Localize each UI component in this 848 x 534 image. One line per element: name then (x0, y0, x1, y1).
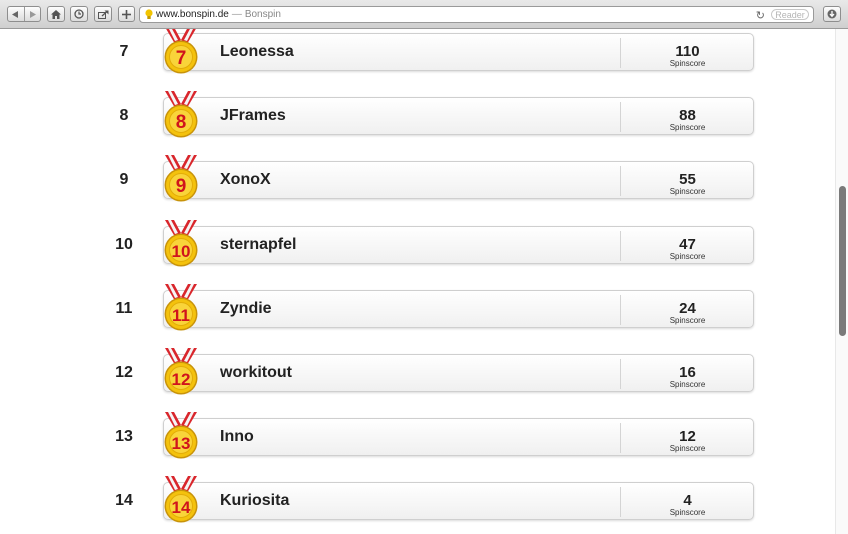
rank-number: 13 (115, 428, 133, 445)
history-button[interactable] (70, 6, 88, 22)
ranking-list: 7 Leonessa 110 Spinscore 7 8 JFrames 88 … (0, 29, 835, 534)
download-icon (827, 9, 837, 19)
username: XonoX (220, 171, 271, 188)
rank-number: 10 (115, 236, 133, 253)
page-site-title: Bonspin (244, 9, 281, 20)
medal-icon: 7 (164, 29, 198, 74)
ranking-row: 7 Leonessa 110 Spinscore 7 (0, 29, 835, 91)
medal-number: 9 (176, 176, 187, 197)
ranking-row: 14 Kuriosita 4 Spinscore 14 (0, 476, 835, 534)
user-card[interactable]: Leonessa 110 Spinscore (163, 33, 754, 71)
rank-number: 7 (119, 43, 129, 60)
medal-icon: 9 (164, 155, 198, 202)
spinscore-value: 110 (675, 43, 700, 60)
plus-icon (122, 9, 131, 19)
username: workitout (220, 364, 292, 381)
ranking-row: 11 Zyndie 24 Spinscore 11 (0, 284, 835, 348)
medal-number: 10 (172, 242, 191, 261)
ranking-row: 8 JFrames 88 Spinscore 8 (0, 91, 835, 155)
rank-number: 8 (119, 107, 129, 124)
scrollbar-thumb[interactable] (839, 186, 846, 336)
spinscore-label: Spinscore (669, 316, 706, 325)
spinscore-value: 24 (679, 300, 696, 317)
spinscore-label: Spinscore (669, 252, 706, 261)
username: Kuriosita (220, 492, 290, 509)
spinscore-label: Spinscore (669, 444, 706, 453)
user-card[interactable]: workitout 16 Spinscore (163, 354, 754, 392)
vertical-scrollbar[interactable] (835, 29, 848, 534)
user-card[interactable]: sternapfel 47 Spinscore (163, 226, 754, 264)
spinscore-value: 88 (679, 107, 696, 124)
medal-number: 11 (172, 306, 190, 325)
spinscore-value: 55 (679, 171, 696, 188)
reload-icon[interactable]: ↻ (756, 9, 765, 22)
address-bar[interactable]: www.bonspin.de — Bonspin ↻ Reader (139, 6, 814, 23)
username: sternapfel (220, 236, 297, 253)
spinscore-label: Spinscore (669, 59, 706, 68)
spinscore-label: Spinscore (669, 187, 706, 196)
medal-icon: 8 (164, 91, 198, 138)
user-card[interactable]: XonoX 55 Spinscore (163, 161, 754, 199)
history-clock-icon (74, 9, 84, 19)
medal-icon: 14 (164, 476, 198, 523)
spinscore-value: 16 (679, 364, 696, 381)
medal-icon: 11 (164, 284, 198, 331)
spinscore-label: Spinscore (669, 380, 706, 389)
rank-number: 11 (115, 300, 133, 317)
spinscore-value: 47 (679, 236, 696, 253)
medal-number: 12 (172, 370, 191, 389)
address-separator: — (231, 9, 242, 20)
medal-icon: 13 (164, 412, 198, 459)
add-bookmark-button[interactable] (118, 6, 135, 22)
username: Zyndie (220, 300, 272, 317)
username: Leonessa (220, 43, 294, 60)
home-icon (51, 9, 61, 19)
rank-number: 9 (119, 171, 129, 188)
lightbulb-icon (142, 9, 156, 20)
medal-number: 8 (176, 112, 187, 133)
ranking-row: 10 sternapfel 47 Spinscore 10 (0, 220, 835, 284)
ranking-row: 9 XonoX 55 Spinscore 9 (0, 155, 835, 219)
medal-icon: 10 (164, 220, 198, 267)
back-arrow-icon[interactable] (8, 7, 24, 21)
home-button[interactable] (47, 6, 65, 22)
reader-button[interactable]: Reader (771, 9, 809, 20)
ranking-row: 12 workitout 16 Spinscore 12 (0, 348, 835, 412)
forward-arrow-icon[interactable] (23, 7, 41, 21)
spinscore-value: 4 (683, 492, 692, 509)
medal-number: 14 (172, 498, 191, 517)
address-url: www.bonspin.de (156, 9, 229, 20)
medal-number: 13 (172, 434, 191, 453)
browser-toolbar: www.bonspin.de — Bonspin ↻ Reader (0, 0, 848, 29)
username: JFrames (220, 107, 286, 124)
rank-number: 14 (115, 492, 133, 509)
username: Inno (220, 428, 254, 445)
medal-icon: 12 (164, 348, 198, 395)
downloads-button[interactable] (823, 6, 841, 22)
share-icon (97, 10, 108, 19)
user-card[interactable]: Inno 12 Spinscore (163, 418, 754, 456)
user-card[interactable]: JFrames 88 Spinscore (163, 97, 754, 135)
back-forward-group (7, 6, 41, 22)
medal-number: 7 (176, 48, 187, 69)
user-card[interactable]: Zyndie 24 Spinscore (163, 290, 754, 328)
spinscore-value: 12 (679, 428, 696, 445)
share-button[interactable] (94, 6, 112, 22)
user-card[interactable]: Kuriosita 4 Spinscore (163, 482, 754, 520)
spinscore-label: Spinscore (669, 508, 706, 517)
ranking-row: 13 Inno 12 Spinscore 13 (0, 412, 835, 476)
rank-number: 12 (115, 364, 133, 381)
spinscore-label: Spinscore (669, 123, 706, 132)
